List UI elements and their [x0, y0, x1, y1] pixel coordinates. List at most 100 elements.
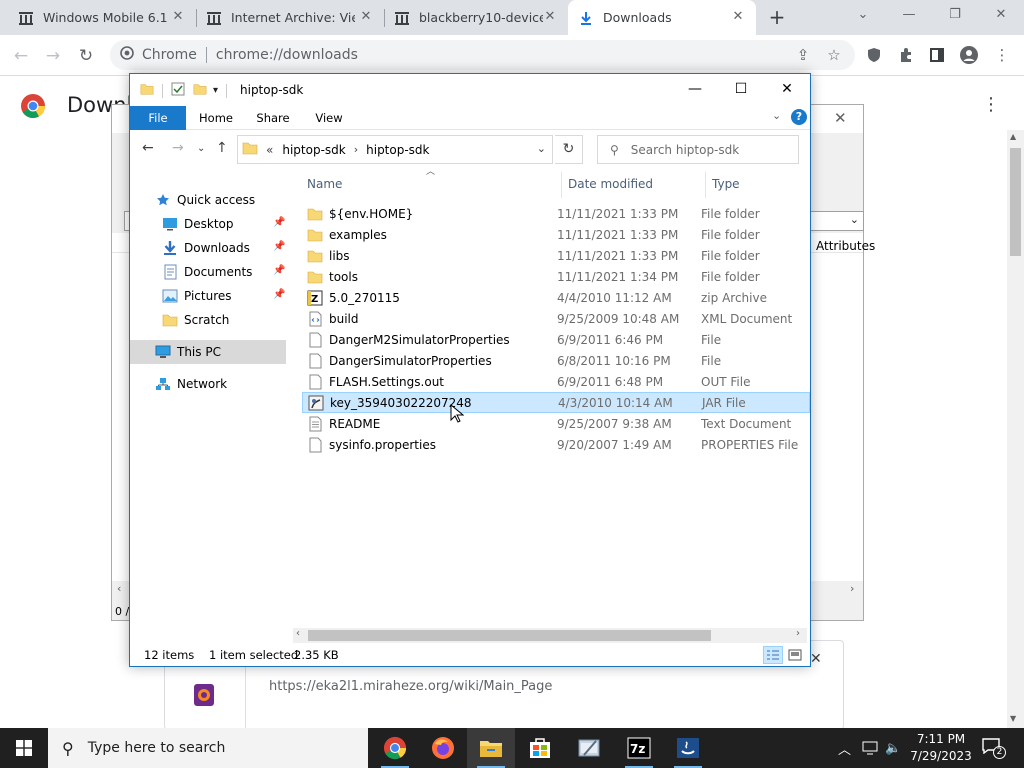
new-folder-icon[interactable]: [193, 82, 207, 99]
nav-pictures[interactable]: Pictures 📌: [130, 284, 290, 308]
explorer-search-box[interactable]: ⚲ Search hiptop-sdk: [597, 135, 799, 164]
explorer-address-bar[interactable]: « hiptop-sdk › hiptop-sdk ⌄: [237, 135, 553, 164]
tab-windows-mobile[interactable]: Windows Mobile 6.1.4 Professional ✕: [8, 0, 196, 35]
back-button[interactable]: ←: [8, 43, 34, 69]
pin-icon[interactable]: 📌: [273, 289, 285, 300]
column-divider[interactable]: [705, 172, 706, 198]
file-row[interactable]: ${env.HOME} 11/11/2021 1:33 PM File fold…: [302, 203, 810, 224]
breadcrumb-segment[interactable]: hiptop-sdk: [282, 143, 345, 157]
close-tab-icon[interactable]: ✕: [358, 9, 374, 25]
chrome-menu-icon[interactable]: ⋮: [993, 46, 1011, 64]
attributes-column-header[interactable]: Attributes: [816, 239, 875, 253]
scrollbar-thumb[interactable]: [308, 630, 711, 641]
share-icon[interactable]: ⇪: [794, 46, 812, 64]
taskbar-file-explorer[interactable]: [467, 728, 515, 768]
tab-internet-archive[interactable]: Internet Archive: View Archive ✕: [196, 0, 384, 35]
breadcrumb-segment[interactable]: hiptop-sdk: [366, 143, 429, 157]
nav-quick-access[interactable]: Quick access: [130, 188, 290, 212]
address-dropdown-icon[interactable]: ⌄: [537, 142, 546, 155]
expand-ribbon-icon[interactable]: ⌄: [772, 109, 781, 122]
file-row[interactable]: README 9/25/2007 9:38 AM Text Document: [302, 413, 810, 434]
scroll-down-arrow-icon[interactable]: ▼: [1010, 714, 1016, 723]
recent-locations-icon[interactable]: ⌄: [197, 143, 205, 154]
refresh-button[interactable]: ↻: [555, 135, 583, 164]
download-source-url[interactable]: https://eka2l1.miraheze.org/wiki/Main_Pa…: [269, 679, 552, 694]
file-row[interactable]: DangerSimulatorProperties 6/8/2011 10:16…: [302, 350, 810, 371]
network-tray-icon[interactable]: [862, 728, 878, 768]
forward-arrow-icon[interactable]: →: [172, 140, 184, 156]
explorer-close-button[interactable]: ✕: [764, 74, 810, 106]
ribbon-tab-share[interactable]: Share: [250, 106, 296, 130]
nav-desktop[interactable]: Desktop 📌: [130, 212, 290, 236]
close-tab-icon[interactable]: ✕: [730, 9, 746, 25]
breadcrumb-overflow[interactable]: «: [266, 143, 273, 157]
nav-scratch[interactable]: Scratch: [130, 308, 290, 332]
column-header-type[interactable]: Type: [712, 177, 740, 191]
downloads-more-actions-icon[interactable]: ⋮: [982, 94, 1000, 115]
column-header-date[interactable]: Date modified: [568, 177, 653, 191]
scrollbar-thumb[interactable]: [1010, 148, 1021, 256]
taskbar-java-app[interactable]: [664, 728, 712, 768]
ribbon-tab-home[interactable]: Home: [192, 106, 240, 130]
nav-network[interactable]: Network: [130, 372, 290, 396]
nav-documents[interactable]: Documents 📌: [130, 260, 290, 284]
file-row-selected[interactable]: key_359403022207248 4/3/2010 10:14 AM JA…: [302, 392, 810, 413]
nav-downloads[interactable]: Downloads 📌: [130, 236, 290, 260]
taskbar-chrome[interactable]: [371, 728, 419, 768]
scroll-left-arrow-icon[interactable]: ‹: [117, 582, 121, 595]
taskbar-app-window[interactable]: [566, 728, 614, 768]
taskbar-firefox[interactable]: [419, 728, 467, 768]
reload-button[interactable]: ↻: [73, 43, 99, 69]
file-row[interactable]: sysinfo.properties 9/20/2007 1:49 AM PRO…: [302, 434, 810, 455]
file-list-hscrollbar[interactable]: ‹ ›: [293, 628, 807, 643]
ribbon-tab-file[interactable]: File: [130, 106, 186, 130]
page-scrollbar[interactable]: ▲ ▼: [1007, 130, 1024, 728]
tab-search-icon[interactable]: ⌄: [840, 0, 886, 35]
ribbon-tab-view[interactable]: View: [306, 106, 352, 130]
close-tab-icon[interactable]: ✕: [170, 9, 186, 25]
pin-icon[interactable]: 📌: [273, 217, 285, 228]
properties-checkbox-icon[interactable]: [171, 82, 185, 99]
close-window-button[interactable]: ✕: [978, 0, 1024, 35]
file-row[interactable]: build 9/25/2009 10:48 AM XML Document: [302, 308, 810, 329]
address-bar[interactable]: Chrome chrome://downloads: [110, 40, 855, 70]
large-icons-view-icon[interactable]: [785, 646, 805, 664]
restore-button[interactable]: ❐: [932, 0, 978, 35]
bookmark-star-icon[interactable]: ☆: [825, 46, 843, 64]
taskbar-clock[interactable]: 7:11 PM 7/29/2023: [908, 731, 974, 765]
scroll-right-arrow-icon[interactable]: ›: [796, 628, 800, 639]
scroll-left-arrow-icon[interactable]: ‹: [296, 628, 300, 639]
taskbar-search-box[interactable]: ⚲ Type here to search: [48, 728, 368, 768]
pin-icon[interactable]: 📌: [273, 241, 285, 252]
show-hidden-icons[interactable]: ︿: [838, 728, 851, 768]
notification-center-icon[interactable]: 2: [982, 738, 1006, 759]
scroll-up-arrow-icon[interactable]: ▲: [1010, 132, 1016, 141]
details-view-icon[interactable]: [763, 646, 783, 664]
profile-avatar-icon[interactable]: [960, 46, 978, 64]
file-row[interactable]: FLASH.Settings.out 6/9/2011 6:48 PM OUT …: [302, 371, 810, 392]
remove-download-icon[interactable]: ✕: [810, 651, 822, 667]
column-header-name[interactable]: Name: [307, 177, 342, 191]
scroll-right-arrow-icon[interactable]: ›: [850, 582, 854, 595]
file-row[interactable]: tools 11/11/2021 1:34 PM File folder: [302, 266, 810, 287]
side-panel-icon[interactable]: [928, 46, 946, 64]
back-arrow-icon[interactable]: ←: [142, 140, 154, 156]
minimize-button[interactable]: —: [886, 0, 932, 35]
taskbar-store[interactable]: [516, 728, 564, 768]
help-icon[interactable]: ?: [791, 109, 807, 125]
customize-qat-icon[interactable]: ▾: [213, 85, 218, 96]
taskbar-7zip[interactable]: 7z: [615, 728, 663, 768]
forward-button[interactable]: →: [40, 43, 66, 69]
file-row[interactable]: Z 5.0_270115 4/4/2010 11:12 AM zip Archi…: [302, 287, 810, 308]
file-row[interactable]: DangerM2SimulatorProperties 6/9/2011 6:4…: [302, 329, 810, 350]
file-row[interactable]: libs 11/11/2021 1:33 PM File folder: [302, 245, 810, 266]
explorer-minimize-button[interactable]: —: [672, 74, 718, 106]
breadcrumb-chevron-icon[interactable]: ›: [354, 143, 358, 156]
file-row[interactable]: examples 11/11/2021 1:33 PM File folder: [302, 224, 810, 245]
start-button[interactable]: [0, 728, 48, 768]
extensions-puzzle-icon[interactable]: [897, 46, 915, 64]
pin-icon[interactable]: 📌: [273, 265, 285, 276]
sevenzip-close-icon[interactable]: ✕: [834, 109, 847, 127]
tab-blackberry-sim[interactable]: blackberry10-device-sim ✕: [384, 0, 568, 35]
tab-downloads[interactable]: Downloads ✕: [568, 0, 756, 35]
